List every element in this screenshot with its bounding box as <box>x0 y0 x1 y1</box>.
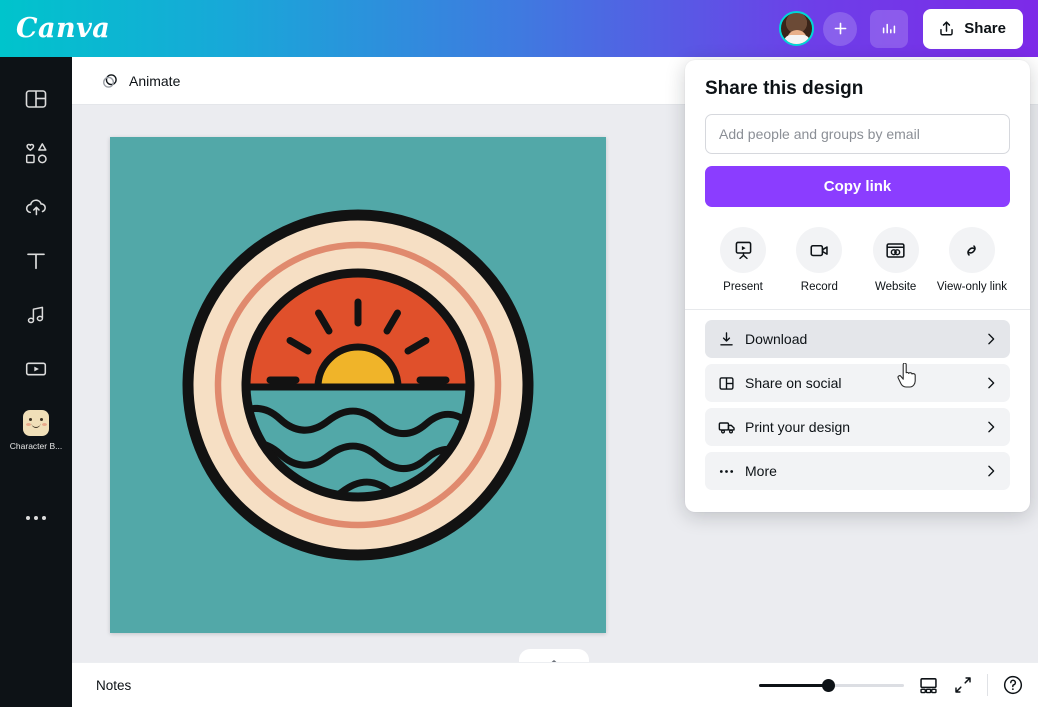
design-panel-icon <box>23 84 49 114</box>
text-type-icon <box>23 246 49 276</box>
zoom-slider-thumb[interactable] <box>822 679 836 692</box>
quick-action-website[interactable]: Website <box>860 227 932 293</box>
quick-action-present[interactable]: Present <box>707 227 779 293</box>
sidebar-item-text[interactable] <box>4 239 68 279</box>
menu-item-label: Print your design <box>745 419 851 435</box>
menu-item-label: More <box>745 463 777 479</box>
avatar[interactable] <box>779 11 815 46</box>
retro-sunset-badge-artwork <box>110 137 606 633</box>
add-collaborator-button[interactable] <box>823 11 858 46</box>
copy-link-button[interactable]: Copy link <box>705 166 1010 207</box>
bottom-bar-controls <box>759 674 1038 696</box>
share-social-icon <box>717 374 741 393</box>
plus-icon <box>834 22 847 35</box>
grid-pages-icon <box>920 677 937 693</box>
quick-action-label: Present <box>723 281 763 293</box>
share-menu-list: Download Share on social Print your desi… <box>705 310 1010 490</box>
notes-button[interactable]: Notes <box>88 673 139 698</box>
sidebar-item-audio[interactable] <box>4 293 68 333</box>
sidebar-item-character-builder[interactable]: Character B... <box>4 401 68 454</box>
quick-action-record[interactable]: Record <box>783 227 855 293</box>
share-panel: Share this design Copy link Present <box>685 60 1030 512</box>
share-email-input[interactable] <box>705 114 1010 154</box>
page-content <box>110 137 606 633</box>
quick-action-view-only-link[interactable]: View-only link <box>936 227 1008 293</box>
quick-action-label: Record <box>800 281 838 293</box>
zoom-slider-fill <box>759 684 829 687</box>
chevron-right-icon <box>988 333 995 345</box>
sidebar-item-more[interactable] <box>4 496 68 536</box>
top-bar-actions: Share <box>779 8 1038 49</box>
sidebar-item-videos[interactable] <box>4 347 68 387</box>
share-button-label: Share <box>964 20 1006 37</box>
share-upload-icon <box>940 21 954 36</box>
print-truck-icon <box>717 417 741 437</box>
design-page[interactable] <box>110 137 606 633</box>
menu-item-print-your-design[interactable]: Print your design <box>705 408 1010 446</box>
top-bar: Canva Share <box>0 0 1038 57</box>
left-sidebar: Character B... <box>0 57 72 707</box>
bar-chart-icon <box>883 23 896 33</box>
chevron-right-icon <box>988 465 995 477</box>
present-screen-icon <box>720 227 766 273</box>
more-dots-icon <box>23 503 49 533</box>
video-play-icon <box>23 354 49 384</box>
quick-action-label: View-only link <box>936 281 1008 293</box>
analytics-button[interactable] <box>870 9 909 48</box>
menu-item-label: Download <box>745 331 808 347</box>
sidebar-item-elements[interactable] <box>4 131 68 171</box>
view-only-link-icon <box>948 227 995 273</box>
bottom-bar: Notes <box>72 662 1038 707</box>
canva-logo[interactable]: Canva <box>16 13 110 44</box>
record-video-icon <box>796 227 843 273</box>
menu-item-label: Share on social <box>745 375 842 391</box>
share-panel-title: Share this design <box>705 78 864 99</box>
help-button[interactable] <box>1002 674 1024 696</box>
zoom-slider[interactable] <box>759 677 904 693</box>
upload-cloud-icon <box>23 192 50 222</box>
menu-item-download[interactable]: Download <box>705 320 1010 358</box>
sidebar-item-label: Character B... <box>9 441 63 451</box>
quick-action-label: Website <box>874 281 917 293</box>
sidebar-item-design[interactable] <box>4 77 68 117</box>
animate-label: Animate <box>129 72 181 89</box>
character-builder-icon <box>23 408 49 438</box>
audio-music-icon <box>23 300 49 330</box>
website-browser-icon <box>872 227 919 273</box>
menu-item-more[interactable]: More <box>705 452 1010 490</box>
chevron-right-icon <box>988 377 995 389</box>
bottom-divider <box>987 674 988 696</box>
quick-actions-row: Present Record Website View-only link <box>705 207 1010 309</box>
download-icon <box>717 330 741 349</box>
chevron-right-icon <box>988 421 995 433</box>
help-circle-icon <box>1003 675 1023 695</box>
share-button[interactable]: Share <box>923 8 1023 49</box>
animate-button[interactable]: Animate <box>90 65 190 97</box>
expand-arrows-icon <box>955 677 971 693</box>
fullscreen-button[interactable] <box>953 675 973 695</box>
grid-view-button[interactable] <box>918 675 939 696</box>
animate-icon <box>103 73 117 88</box>
sidebar-item-uploads[interactable] <box>4 185 68 225</box>
menu-item-share-on-social[interactable]: Share on social <box>705 364 1010 402</box>
more-dots-icon <box>717 462 741 481</box>
elements-shapes-icon <box>23 138 50 168</box>
